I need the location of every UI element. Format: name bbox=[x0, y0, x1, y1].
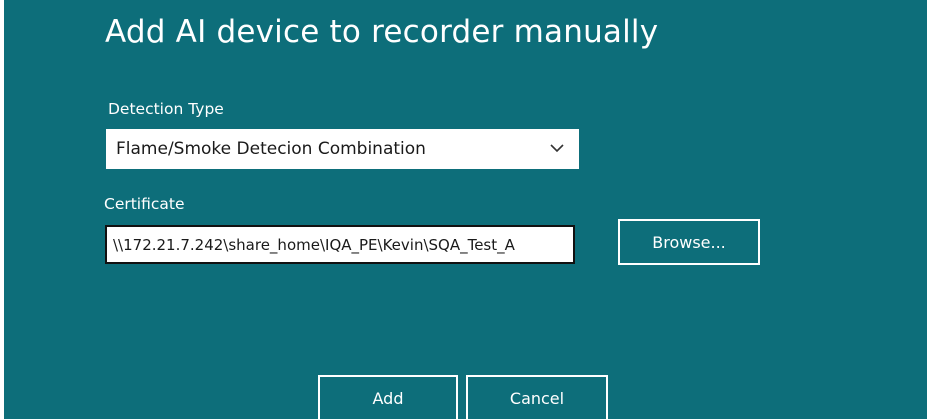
certificate-path-input[interactable] bbox=[105, 225, 575, 264]
certificate-label: Certificate bbox=[104, 195, 185, 213]
add-button[interactable]: Add bbox=[318, 375, 458, 419]
detection-type-selected-value: Flame/Smoke Detecion Combination bbox=[116, 139, 426, 159]
chevron-down-icon bbox=[550, 144, 564, 153]
detection-type-label: Detection Type bbox=[108, 100, 224, 118]
browse-button[interactable]: Browse... bbox=[618, 219, 760, 265]
dialog-title: Add AI device to recorder manually bbox=[105, 14, 659, 50]
detection-type-select[interactable]: Flame/Smoke Detecion Combination bbox=[106, 129, 579, 169]
add-ai-device-dialog: Add AI device to recorder manually Detec… bbox=[4, 0, 927, 419]
cancel-button[interactable]: Cancel bbox=[466, 375, 608, 419]
